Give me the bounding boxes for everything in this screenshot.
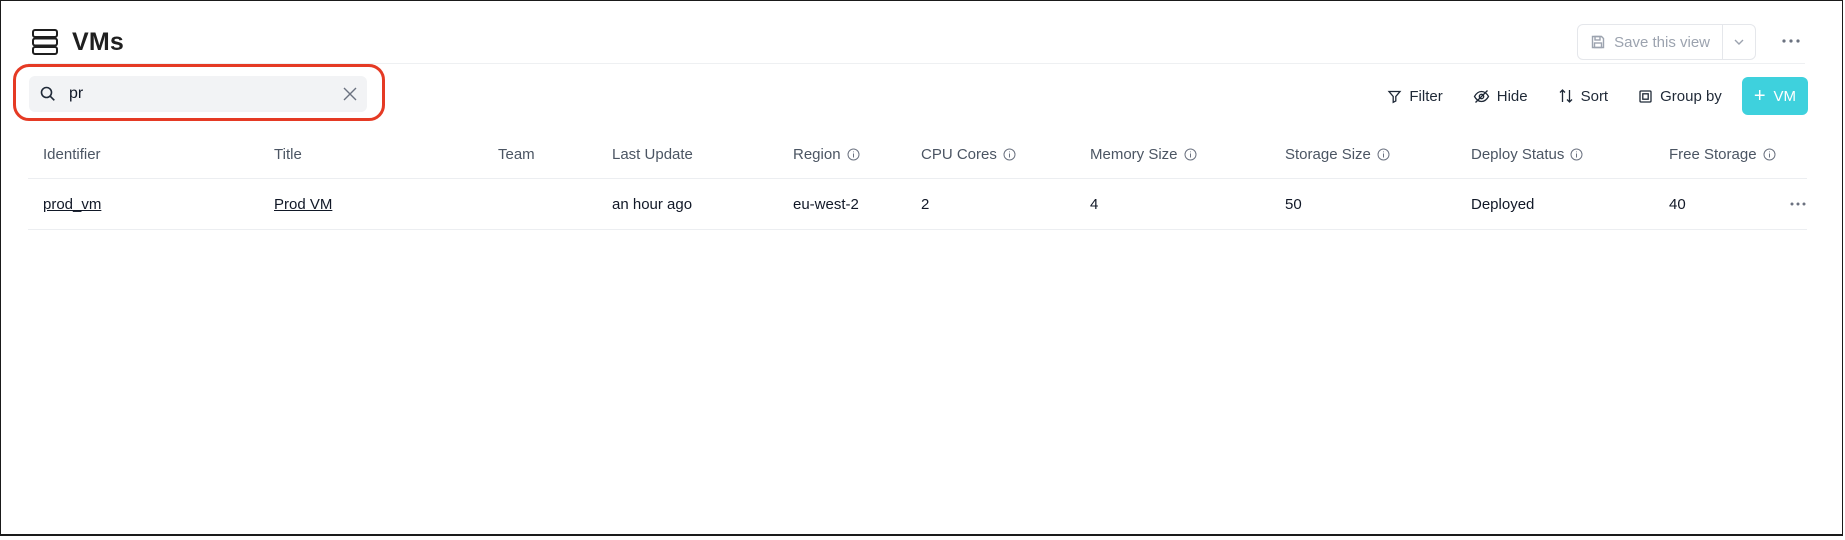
column-header-memory-size[interactable]: Memory Size bbox=[1090, 130, 1285, 179]
more-horizontal-icon bbox=[1782, 39, 1800, 43]
title-link[interactable]: Prod VM bbox=[274, 196, 332, 213]
column-header-free-storage[interactable]: Free Storage bbox=[1669, 130, 1807, 179]
column-label: Region bbox=[793, 145, 841, 163]
column-header-title[interactable]: Title bbox=[274, 130, 498, 179]
cell-title: Prod VM bbox=[274, 178, 498, 230]
column-label: Last Update bbox=[612, 145, 693, 163]
info-icon[interactable] bbox=[1184, 148, 1197, 161]
cell-last-update: an hour ago bbox=[612, 178, 793, 230]
cell-identifier: prod_vm bbox=[28, 178, 274, 230]
column-header-cpu-cores[interactable]: CPU Cores bbox=[921, 130, 1090, 179]
save-view-button[interactable]: Save this view bbox=[1578, 25, 1723, 59]
add-vm-label: VM bbox=[1773, 87, 1797, 105]
column-header-last-update[interactable]: Last Update bbox=[612, 130, 793, 179]
row-more-icon[interactable] bbox=[1789, 201, 1807, 207]
identifier-link[interactable]: prod_vm bbox=[43, 196, 101, 213]
free-storage-value: 40 bbox=[1669, 195, 1686, 213]
column-label: Deploy Status bbox=[1471, 145, 1565, 163]
hide-label: Hide bbox=[1496, 87, 1528, 105]
group-by-button[interactable]: Group by bbox=[1638, 88, 1722, 105]
info-icon[interactable] bbox=[847, 148, 860, 161]
sort-button[interactable]: Sort bbox=[1558, 87, 1609, 105]
column-label: Team bbox=[498, 145, 535, 163]
filter-icon bbox=[1387, 90, 1402, 103]
group-icon bbox=[1639, 89, 1652, 103]
column-label: Memory Size bbox=[1090, 145, 1178, 163]
column-header-team[interactable]: Team bbox=[498, 130, 612, 179]
column-header-deploy-status[interactable]: Deploy Status bbox=[1471, 130, 1669, 179]
table-toolbar: Filter Hide Sort Group by + VM bbox=[1357, 77, 1808, 115]
chevron-down-icon bbox=[1734, 39, 1744, 45]
cell-storage-size: 50 bbox=[1285, 178, 1471, 230]
table-header-row: Identifier Title Team Last Update Region… bbox=[28, 130, 1807, 179]
column-label: Identifier bbox=[43, 145, 101, 163]
cell-free-storage: 40 bbox=[1669, 178, 1807, 230]
add-vm-button[interactable]: + VM bbox=[1741, 77, 1808, 115]
search-highlight-annotation bbox=[13, 64, 385, 121]
database-icon bbox=[32, 29, 58, 55]
column-label: Storage Size bbox=[1285, 145, 1371, 163]
column-label: CPU Cores bbox=[921, 145, 997, 163]
cell-team bbox=[498, 178, 612, 230]
info-icon[interactable] bbox=[1003, 148, 1016, 161]
save-view-group: Save this view bbox=[1577, 24, 1756, 60]
save-icon bbox=[1591, 35, 1605, 49]
column-header-identifier[interactable]: Identifier bbox=[28, 130, 274, 179]
cell-region: eu-west-2 bbox=[793, 178, 921, 230]
save-view-dropdown[interactable] bbox=[1723, 25, 1755, 59]
eye-off-icon bbox=[1473, 89, 1489, 103]
cell-deploy-status: Deployed bbox=[1471, 178, 1669, 230]
info-icon[interactable] bbox=[1377, 148, 1390, 161]
save-view-label: Save this view bbox=[1614, 33, 1710, 51]
page-title: VMs bbox=[72, 27, 125, 56]
column-header-storage-size[interactable]: Storage Size bbox=[1285, 130, 1471, 179]
cell-cpu-cores: 2 bbox=[921, 178, 1090, 230]
sort-icon bbox=[1559, 89, 1573, 103]
cell-memory-size: 4 bbox=[1090, 178, 1285, 230]
hide-button[interactable]: Hide bbox=[1473, 88, 1528, 105]
column-header-region[interactable]: Region bbox=[793, 130, 921, 179]
plus-icon: + bbox=[1753, 85, 1766, 107]
sort-label: Sort bbox=[1580, 87, 1609, 105]
page-header: VMs bbox=[30, 22, 124, 62]
page-more-button[interactable] bbox=[1777, 30, 1805, 52]
vms-table: Identifier Title Team Last Update Region… bbox=[28, 130, 1807, 230]
info-icon[interactable] bbox=[1763, 148, 1776, 161]
info-icon[interactable] bbox=[1570, 148, 1583, 161]
column-label: Title bbox=[274, 145, 302, 163]
table-row[interactable]: prod_vm Prod VM an hour ago eu-west-2 2 … bbox=[28, 178, 1807, 230]
group-by-label: Group by bbox=[1660, 87, 1722, 105]
filter-label: Filter bbox=[1409, 87, 1443, 105]
column-label: Free Storage bbox=[1669, 145, 1757, 163]
filter-button[interactable]: Filter bbox=[1387, 87, 1443, 105]
